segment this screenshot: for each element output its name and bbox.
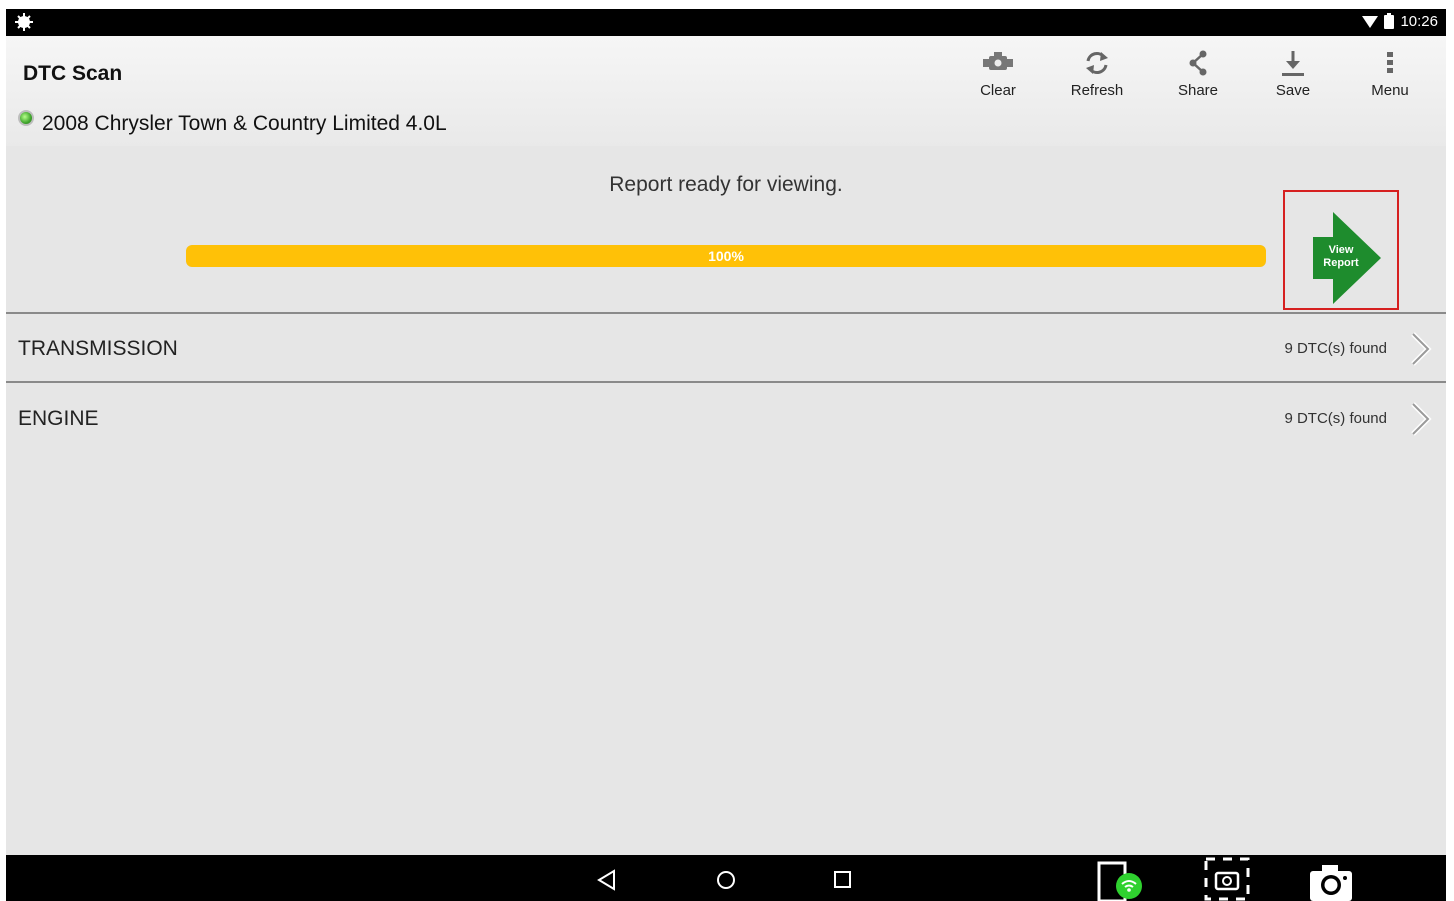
system-row-transmission[interactable]: TRANSMISSION 9 DTC(s) found bbox=[6, 315, 1446, 381]
share-icon bbox=[1189, 50, 1207, 76]
download-icon bbox=[1282, 51, 1304, 76]
vehicle-name: 2008 Chrysler Town & Country Limited 4.0… bbox=[42, 112, 447, 135]
wifi-hotspot-icon[interactable] bbox=[1097, 859, 1145, 901]
dtc-count: 9 DTC(s) found bbox=[1284, 340, 1387, 357]
app-frame: 10:26 DTC Scan 2008 Chrysler Town & Coun… bbox=[6, 9, 1446, 901]
save-button[interactable]: Save bbox=[1253, 46, 1333, 99]
more-vert-icon bbox=[1387, 52, 1393, 73]
navigation-bar bbox=[6, 855, 1446, 901]
wifi-icon bbox=[1362, 15, 1379, 28]
system-row-engine[interactable]: ENGINE 9 DTC(s) found bbox=[6, 385, 1446, 451]
divider bbox=[6, 381, 1446, 383]
share-button[interactable]: Share bbox=[1158, 46, 1238, 99]
progress-percent: 100% bbox=[708, 248, 744, 264]
connection-status-icon bbox=[18, 110, 34, 126]
refresh-label: Refresh bbox=[1070, 82, 1124, 99]
menu-label: Menu bbox=[1371, 82, 1409, 99]
clock: 10:26 bbox=[1400, 13, 1438, 30]
bug-icon bbox=[15, 13, 33, 31]
page-title: DTC Scan bbox=[23, 62, 123, 85]
app-header: DTC Scan 2008 Chrysler Town & Country Li… bbox=[6, 36, 1446, 146]
battery-icon bbox=[1384, 12, 1395, 29]
menu-button[interactable]: Menu bbox=[1350, 46, 1430, 99]
recents-icon[interactable] bbox=[833, 870, 853, 890]
check-engine-icon bbox=[983, 52, 1013, 70]
clear-button[interactable]: Clear bbox=[958, 46, 1038, 99]
save-label: Save bbox=[1275, 82, 1311, 99]
clear-label: Clear bbox=[980, 82, 1016, 99]
screenshot-icon[interactable] bbox=[1204, 857, 1252, 901]
chevron-right-icon bbox=[1411, 332, 1432, 366]
home-icon[interactable] bbox=[715, 869, 737, 891]
system-name: TRANSMISSION bbox=[18, 337, 178, 360]
report-status-message: Report ready for viewing. bbox=[609, 173, 843, 196]
view-report-label: View Report bbox=[1323, 244, 1359, 269]
system-name: ENGINE bbox=[18, 407, 99, 430]
divider bbox=[6, 312, 1446, 314]
view-report-button[interactable]: View Report bbox=[1283, 190, 1399, 310]
refresh-button[interactable]: Refresh bbox=[1057, 46, 1137, 99]
vehicle-info: 2008 Chrysler Town & Country Limited 4.0… bbox=[18, 110, 447, 136]
progress-bar: 100% bbox=[186, 245, 1266, 267]
chevron-right-icon bbox=[1411, 402, 1432, 436]
status-bar: 10:26 bbox=[6, 9, 1446, 36]
camera-icon[interactable] bbox=[1308, 861, 1354, 901]
share-label: Share bbox=[1177, 82, 1219, 99]
dtc-count: 9 DTC(s) found bbox=[1284, 410, 1387, 427]
back-icon[interactable] bbox=[596, 869, 618, 891]
refresh-icon bbox=[1086, 52, 1108, 74]
